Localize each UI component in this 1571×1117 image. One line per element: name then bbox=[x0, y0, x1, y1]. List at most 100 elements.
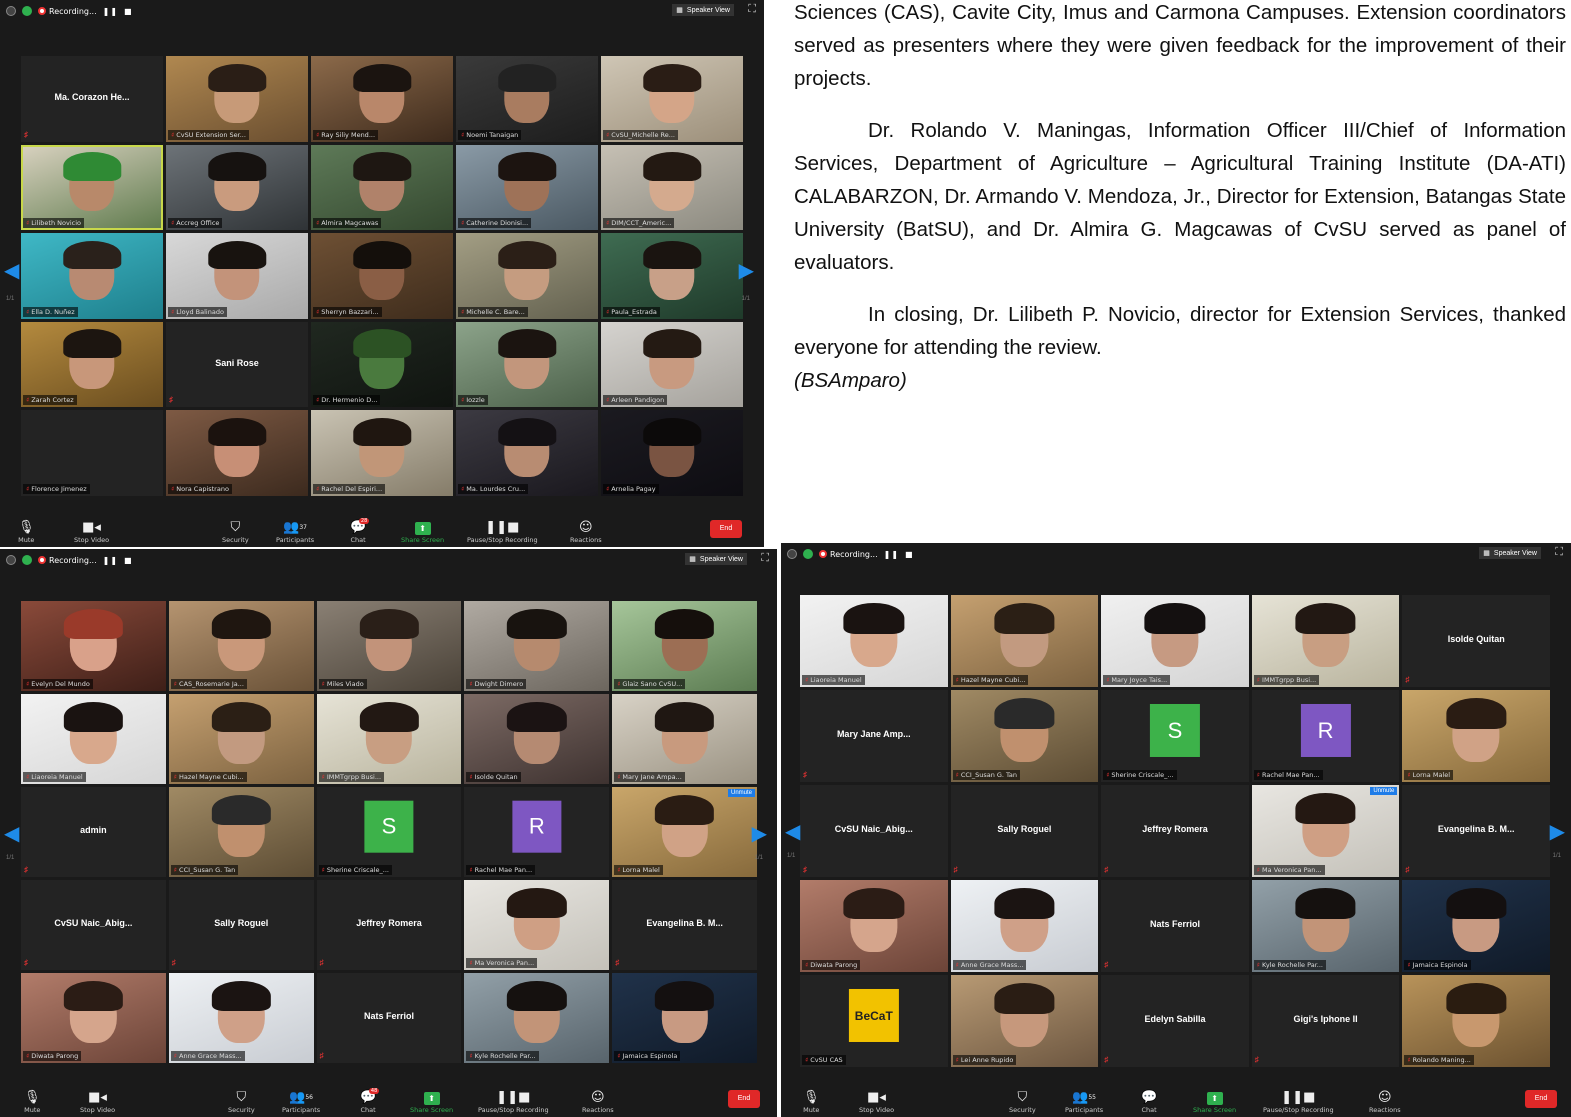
participants-button[interactable]: 👥55 Participants bbox=[1065, 1090, 1103, 1114]
security-shield-icon[interactable] bbox=[803, 549, 813, 559]
next-page-icon[interactable]: ▶ bbox=[1550, 819, 1565, 844]
participant-tile[interactable]: ♯ Hazel Mayne Cubi... bbox=[950, 595, 1099, 687]
participant-tile[interactable]: ♯ CAS_Rosemarie Ja... bbox=[168, 601, 314, 691]
participant-tile[interactable]: ♯ Zarah Cortez bbox=[21, 321, 163, 408]
security-shield-icon[interactable] bbox=[22, 555, 32, 565]
participant-tile[interactable]: S ♯ Sherine Criscale_... bbox=[316, 787, 462, 877]
participant-tile[interactable]: ♯ Kyle Rochelle Par... bbox=[1251, 880, 1400, 972]
participant-tile[interactable]: ♯ Nora Capistrano bbox=[166, 410, 308, 496]
reactions-button[interactable]: ☺ Reactions bbox=[1369, 1090, 1401, 1114]
speaker-view-button[interactable]: ▦ Speaker View bbox=[685, 553, 747, 565]
participant-tile[interactable]: ♯ Mary Jane Ampa... bbox=[612, 694, 757, 784]
security-button[interactable]: ⛉ Security bbox=[1009, 1090, 1036, 1114]
participant-tile[interactable]: ♯ Dwight Dimero bbox=[464, 601, 610, 691]
participant-tile[interactable]: ♯ Anne Grace Mass... bbox=[950, 880, 1099, 972]
info-icon[interactable] bbox=[6, 6, 16, 16]
next-page-icon[interactable]: ▶ bbox=[739, 258, 754, 283]
participant-tile[interactable]: Isolde Quitan ♯ bbox=[1402, 595, 1550, 687]
participant-tile[interactable]: ♯ Lloyd Balinado bbox=[166, 233, 308, 319]
participant-tile[interactable]: ♯ Noemi Tanaigan bbox=[456, 56, 598, 142]
pause-recording-icon[interactable]: ❚❚ bbox=[103, 556, 118, 565]
share-screen-button[interactable]: ⬆ Share Screen bbox=[401, 520, 444, 544]
participant-tile[interactable]: ♯ Catherine Dionisi... bbox=[456, 144, 598, 231]
participant-tile[interactable]: ♯ Anne Grace Mass... bbox=[168, 973, 314, 1063]
participant-tile[interactable]: ♯ Almira Magcawas bbox=[311, 144, 453, 231]
pause-recording-icon[interactable]: ❚❚ bbox=[103, 7, 118, 16]
participant-tile[interactable]: ♯ Diwata Parong bbox=[800, 880, 948, 972]
participant-tile[interactable]: ♯ Michelle C. Bare... bbox=[456, 233, 598, 319]
participant-tile[interactable]: ♯ Liaoreia Manuel bbox=[21, 694, 166, 784]
participant-tile[interactable]: Jeffrey Romera ♯ bbox=[1101, 785, 1249, 877]
participant-tile[interactable]: ♯ CCI_Susan G. Tan bbox=[168, 787, 314, 877]
participant-tile[interactable]: ♯ Isolde Quitan bbox=[464, 694, 610, 784]
participant-tile[interactable]: Sally Roguel ♯ bbox=[950, 785, 1099, 877]
stop-recording-icon[interactable]: ■ bbox=[905, 550, 914, 559]
participant-tile[interactable]: ♯ Iozzle bbox=[456, 321, 598, 408]
participant-tile[interactable]: ♯ Jamaica Espinola bbox=[612, 973, 757, 1063]
participant-tile[interactable]: CvSU Naic_Abig... ♯ bbox=[21, 880, 166, 970]
info-icon[interactable] bbox=[787, 549, 797, 559]
end-button[interactable]: End bbox=[728, 1090, 760, 1108]
share-screen-button[interactable]: ⬆ Share Screen bbox=[1193, 1090, 1236, 1114]
participant-tile[interactable]: Evangelina B. M... ♯ bbox=[612, 880, 757, 970]
fullscreen-icon[interactable]: ⛶ bbox=[1555, 546, 1563, 559]
participant-tile[interactable]: ♯ Ray Siliy Mend... bbox=[311, 56, 453, 142]
participant-tile[interactable]: Sani Rose ♯ bbox=[166, 321, 308, 408]
participant-tile[interactable]: ♯ Lorna Malel Unmute bbox=[612, 787, 757, 877]
participant-tile[interactable]: ♯ Ma Veronica Pan... bbox=[464, 880, 610, 970]
unmute-prompt[interactable]: Unmute bbox=[727, 789, 755, 797]
mute-button[interactable]: 🎙 Mute bbox=[24, 1090, 41, 1114]
participant-tile[interactable]: Ma. Corazon He... ♯ bbox=[21, 56, 163, 142]
participant-tile[interactable]: ♯ Ma. Lourdes Cru... bbox=[456, 410, 598, 496]
participant-tile[interactable]: ♯ Jamaica Espinola bbox=[1402, 880, 1550, 972]
mute-button[interactable]: 🎙 Mute bbox=[18, 520, 35, 544]
participant-tile[interactable]: ♯ Lei Anne Rupido bbox=[950, 975, 1099, 1067]
pause-recording-button[interactable]: ❚❚■ Pause/Stop Recording bbox=[478, 1090, 549, 1114]
participant-tile[interactable]: Gigi's Iphone II ♯ bbox=[1251, 975, 1400, 1067]
participant-tile[interactable]: CvSU Naic_Abig... ♯ bbox=[800, 785, 948, 877]
fullscreen-icon[interactable]: ⛶ bbox=[748, 3, 756, 16]
participant-tile[interactable]: ♯ Rachel Del Espiri... bbox=[311, 410, 453, 496]
participant-tile[interactable]: ♯ Arnelia Pagay bbox=[601, 410, 743, 496]
end-button[interactable]: End bbox=[1525, 1090, 1557, 1108]
participant-tile[interactable]: ♯ Diwata Parong bbox=[21, 973, 166, 1063]
participant-tile[interactable]: ♯ CvSU Extension Ser... bbox=[166, 56, 308, 142]
participant-tile[interactable]: ♯ Lilibeth Novicio bbox=[21, 144, 163, 231]
participants-button[interactable]: 👥37 Participants bbox=[276, 520, 314, 544]
stop-video-button[interactable]: ■◂ Stop Video bbox=[859, 1090, 894, 1114]
participant-tile[interactable]: ♯ Arleen Pandigon bbox=[601, 321, 743, 408]
participant-tile[interactable]: ♯ Evelyn Del Mundo bbox=[21, 601, 166, 691]
participant-tile[interactable]: ♯ DIM/CCT_Americ... bbox=[601, 144, 743, 231]
stop-recording-icon[interactable]: ■ bbox=[124, 556, 133, 565]
participant-tile[interactable]: ♯ Glaiz Sano CvSU... bbox=[612, 601, 757, 691]
participant-tile[interactable]: ♯ Lorna Malel bbox=[1402, 690, 1550, 782]
stop-video-button[interactable]: ■◂ Stop Video bbox=[74, 520, 109, 544]
participant-tile[interactable]: S ♯ Sherine Criscale_... bbox=[1101, 690, 1249, 782]
participant-tile[interactable]: ♯ Dr. Hermenio D... bbox=[311, 321, 453, 408]
participant-tile[interactable]: Nats Ferriol ♯ bbox=[316, 973, 462, 1063]
reactions-button[interactable]: ☺ Reactions bbox=[570, 520, 602, 544]
previous-page-icon[interactable]: ◀ bbox=[785, 819, 800, 844]
security-shield-icon[interactable] bbox=[22, 6, 32, 16]
chat-button[interactable]: 💬 48 Chat bbox=[360, 1088, 380, 1114]
stop-video-button[interactable]: ■◂ Stop Video bbox=[80, 1090, 115, 1114]
participant-tile[interactable]: ♯ Mary Joyce Tais... bbox=[1101, 595, 1249, 687]
share-screen-button[interactable]: ⬆ Share Screen bbox=[410, 1090, 453, 1114]
previous-page-icon[interactable]: ◀ bbox=[4, 821, 19, 846]
participant-tile[interactable]: ♯ CCI_Susan G. Tan bbox=[950, 690, 1099, 782]
participant-tile[interactable]: ♯ IMMTgrpp Busi... bbox=[316, 694, 462, 784]
participant-tile[interactable]: ♯ Liaoreia Manuel bbox=[800, 595, 948, 687]
participant-tile[interactable]: ♯ Ma Veronica Pan... Unmute bbox=[1251, 785, 1400, 877]
participant-tile[interactable]: Edelyn Sabilla ♯ bbox=[1101, 975, 1249, 1067]
participant-tile[interactable]: ♯ Paula_Estrada bbox=[601, 233, 743, 319]
participant-tile[interactable]: ♯ Ella D. Nuñez bbox=[21, 233, 163, 319]
pause-recording-icon[interactable]: ❚❚ bbox=[884, 550, 899, 559]
participant-tile[interactable]: BeCaT ♯ CvSU CAS bbox=[800, 975, 948, 1067]
participants-button[interactable]: 👥56 Participants bbox=[282, 1090, 320, 1114]
chat-button[interactable]: 💬 Chat bbox=[1141, 1090, 1157, 1114]
speaker-view-button[interactable]: ▦ Speaker View bbox=[1479, 547, 1541, 559]
participant-tile[interactable]: admin ♯ bbox=[21, 787, 166, 877]
chat-button[interactable]: 💬 28 Chat bbox=[350, 518, 370, 544]
fullscreen-icon[interactable]: ⛶ bbox=[761, 552, 769, 565]
security-button[interactable]: ⛉ Security bbox=[222, 520, 249, 544]
